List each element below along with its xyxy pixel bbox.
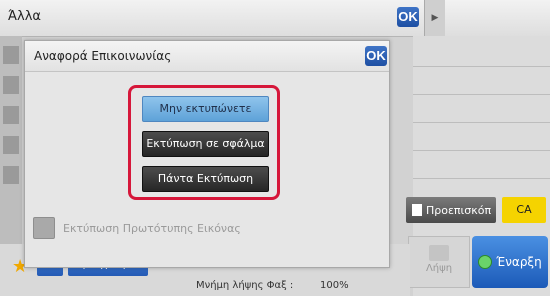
communication-report-dialog: Αναφορά Επικοινωνίας OK Μην εκτυπώνετε Ε… — [24, 40, 390, 268]
left-tab[interactable] — [3, 106, 19, 124]
preview-button[interactable]: Προεπισκόπ — [406, 197, 496, 223]
left-tab-strip — [0, 36, 22, 256]
print-original-image-label: Εκτύπωση Πρωτότυπης Εικόνας — [63, 221, 241, 235]
dialog-title: Αναφορά Επικοινωνίας — [34, 49, 172, 63]
left-tab[interactable] — [3, 136, 19, 154]
start-icon — [478, 255, 493, 269]
fax-memory-label: Μνήμη λήψης Φαξ : — [196, 280, 294, 291]
option-always-print[interactable]: Πάντα Εκτύπωση — [142, 166, 269, 192]
option-print-on-error[interactable]: Εκτύπωση σε σφάλμα — [142, 131, 269, 157]
fax-memory-value: 100% — [320, 280, 349, 291]
options-highlight-frame: Μην εκτυπώνετε Εκτύπωση σε σφάλμα Πάντα … — [128, 85, 280, 200]
left-tab[interactable] — [3, 46, 19, 64]
preview-label: Προεπισκόπ — [426, 203, 492, 217]
preview-icon — [412, 204, 422, 216]
dialog-header: Αναφορά Επικοινωνίας OK — [25, 41, 389, 72]
window-ok-button[interactable]: OK — [397, 7, 419, 27]
capture-icon — [429, 245, 449, 261]
panel-toggle-arrow-icon[interactable]: ▶ — [424, 0, 445, 36]
capture-button[interactable]: Λήψη — [408, 236, 470, 288]
left-tab[interactable] — [3, 166, 19, 184]
capture-label: Λήψη — [425, 263, 453, 274]
window-title: Άλλα — [8, 9, 41, 24]
option-do-not-print[interactable]: Μην εκτυπώνετε — [142, 96, 269, 122]
start-button[interactable]: Έναρξη — [472, 236, 548, 288]
ca-button[interactable]: CA — [502, 197, 546, 223]
dialog-ok-button[interactable]: OK — [365, 46, 387, 66]
start-label: Έναρξη — [496, 255, 542, 269]
print-original-image-checkbox[interactable] — [33, 217, 55, 239]
left-tab[interactable] — [3, 76, 19, 94]
top-bar: Άλλα OK ▶ — [0, 0, 550, 37]
print-original-image-row: Εκτύπωση Πρωτότυπης Εικόνας — [33, 217, 241, 239]
